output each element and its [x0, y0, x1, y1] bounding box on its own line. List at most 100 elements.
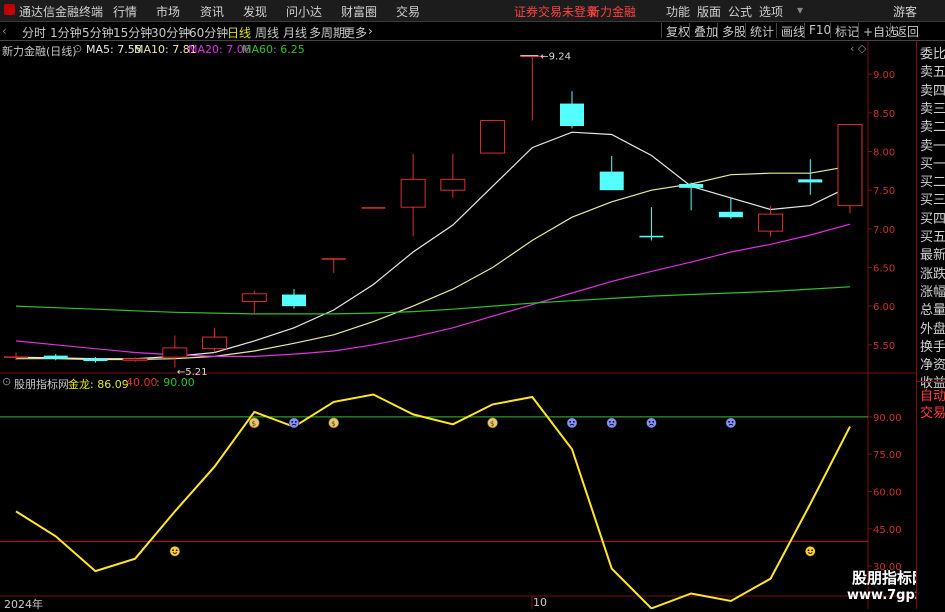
tab-period-5min[interactable]: 5分钟 [82, 24, 114, 41]
ma-line-ma10 [16, 165, 851, 361]
indicator-chart-marks: $ $ $ [0, 393, 868, 609]
candle-body [560, 103, 584, 126]
sidebar-item-1[interactable]: 卖五 [920, 61, 945, 80]
chart-canvas: ←9.24 ←5.21 $ $ $ 9.00 8.50 8.00 7.50 7.00 6.50 6… [0, 41, 916, 609]
tab-period-monthly[interactable]: 月线 [283, 24, 307, 41]
tab-period-timeshare[interactable]: 分时 [22, 24, 46, 41]
tab-period-multi[interactable]: 多周期 [309, 24, 345, 41]
sidebar-item-12[interactable]: 涨跌 [920, 263, 945, 282]
marker-eye [569, 420, 572, 423]
sidebar-item-14[interactable]: 总量 [920, 299, 945, 318]
candle-body [202, 336, 228, 350]
sidebar-item-0[interactable]: 委比 [920, 43, 945, 62]
marker-eye [648, 420, 651, 423]
candle-body [798, 179, 823, 183]
menu-item-formula[interactable]: 公式 [728, 3, 752, 20]
indicator-tick-label: 45.00 [873, 525, 902, 536]
marker-eye [175, 549, 178, 552]
candle-body [718, 211, 743, 218]
tab-period-weekly[interactable]: 周线 [255, 24, 279, 41]
back-button[interactable]: 返回 [890, 23, 923, 39]
marker-eye [612, 420, 615, 423]
main-chart-grid [0, 41, 916, 609]
menu-item-quotes[interactable]: 行情 [113, 3, 137, 20]
sidebar-item-15[interactable]: 外盘 [920, 318, 945, 337]
marker-eye [291, 420, 294, 423]
indicator-tick-label: 75.00 [873, 450, 902, 461]
money-bag-symbol: $ [252, 420, 256, 428]
candle-body [241, 293, 267, 303]
date-axis-mid: 10 [533, 596, 547, 609]
price-tick-label: 6.50 [873, 263, 895, 274]
price-tick-label: 9.00 [873, 70, 895, 81]
menu-item-market[interactable]: 市场 [156, 3, 180, 20]
menu-item-ask[interactable]: 问小达 [286, 3, 322, 20]
sidebar-item-9[interactable]: 买四 [920, 208, 945, 227]
sad-marker-icon [646, 417, 657, 429]
sidebar-item-16[interactable]: 换手 [920, 336, 945, 355]
menu-item-news[interactable]: 资讯 [200, 3, 224, 20]
sidebar-divider [917, 381, 945, 382]
candle-body [679, 183, 704, 188]
candle-body [639, 235, 664, 238]
sad-marker-face [566, 417, 578, 429]
menu-item-trade[interactable]: 交易 [396, 3, 420, 20]
candle-body [122, 358, 148, 361]
menu-item-functions[interactable]: 功能 [666, 3, 690, 20]
smile-marker-face [805, 545, 816, 557]
menu-item-discover[interactable]: 发现 [243, 3, 267, 20]
window-controls-icon[interactable]: ▾ [797, 3, 803, 17]
user-label[interactable]: 游客 [893, 3, 917, 20]
sad-marker-face [288, 417, 300, 429]
candle-body [361, 207, 386, 209]
marker-eye [609, 420, 611, 423]
sidebar-item-4[interactable]: 卖二 [920, 116, 945, 135]
app-title: 通达信金融终端 [19, 5, 104, 19]
money-bag-icon: $ [328, 417, 340, 429]
notice-stock-name: 新力金融 [588, 5, 637, 19]
indicator-line-jinlong [15, 393, 851, 609]
tab-period-1min[interactable]: 1分钟 [50, 24, 82, 41]
trade-login-notice[interactable]: 证券交易未登录 [514, 3, 598, 20]
sidebar-item-17[interactable]: 净资 [920, 354, 945, 373]
sidebar-item-13[interactable]: 涨幅 [920, 281, 945, 300]
candle-body [83, 358, 108, 362]
sidebar-item-2[interactable]: 卖四 [920, 80, 945, 99]
tab-period-daily[interactable]: 日线 [227, 24, 251, 41]
marker-eye [294, 420, 297, 423]
marker-eye [728, 420, 730, 423]
sidebar-item-6[interactable]: 买一 [920, 153, 945, 172]
sidebar-item-3[interactable]: 卖三 [920, 98, 945, 117]
sidebar-item-5[interactable]: 卖一 [920, 135, 945, 154]
price-tick-label: 7.50 [873, 186, 895, 197]
menu-item-layout[interactable]: 版面 [697, 3, 721, 20]
tab-period-30min[interactable]: 30分钟 [151, 24, 190, 41]
money-bag-icon: $ [487, 417, 498, 429]
smile-marker-icon [805, 545, 816, 557]
tab-period-15min[interactable]: 15分钟 [113, 24, 152, 41]
candle-body [599, 171, 624, 191]
main-chart-marks: ←9.24 ←5.21 [4, 52, 863, 378]
marker-eye [652, 420, 655, 423]
sidebar-auto-trade-1[interactable]: 交易 [920, 402, 945, 421]
smile-marker-icon [169, 545, 181, 557]
price-tick-label: 7.00 [873, 225, 895, 236]
menu-bar: 通达信金融终端 行情 市场 资讯 发现 问小达 财富圈 交易 证券交易未登录 新… [0, 0, 945, 22]
chevron-right-icon[interactable]: › [368, 24, 373, 38]
sidebar-item-11[interactable]: 最新 [920, 244, 945, 263]
period-toolbar: ‹ 分时 1分钟 5分钟 15分钟 30分钟 60分钟 日线 周线 月线 多周期… [0, 22, 945, 41]
marker-eye [172, 549, 174, 552]
menu-item-options[interactable]: 选项 [759, 3, 783, 20]
sidebar-item-7[interactable]: 买二 [920, 171, 945, 190]
sidebar-item-10[interactable]: 买五 [920, 226, 945, 245]
ma-line-ma5 [15, 131, 851, 360]
sidebar-item-8[interactable]: 买三 [920, 189, 945, 208]
low-marker-label: ←5.21 [177, 367, 208, 378]
tab-period-60min[interactable]: 60分钟 [189, 24, 228, 41]
statistics-button[interactable]: 统计 [745, 23, 778, 39]
tab-period-more[interactable]: 更多 [343, 24, 367, 41]
sad-marker-icon [606, 417, 617, 429]
date-axis-start: 2024年 [4, 598, 43, 611]
menu-item-wealth[interactable]: 财富圈 [341, 3, 377, 20]
toolbar-left-arrow-icon[interactable]: ‹ [2, 24, 7, 38]
